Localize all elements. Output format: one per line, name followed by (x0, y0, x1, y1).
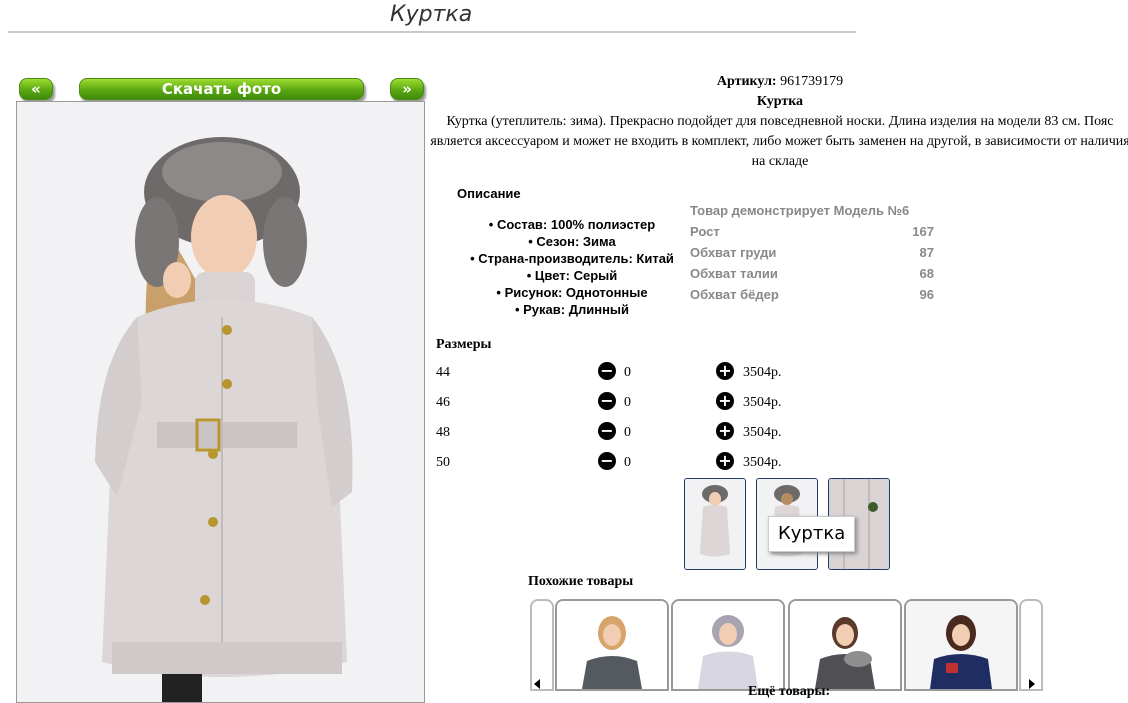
plus-icon[interactable]: + (716, 452, 734, 470)
minus-icon[interactable]: − (598, 392, 616, 410)
thumbnail-tooltip: Куртка (768, 516, 856, 552)
similar-product-card[interactable] (555, 599, 669, 691)
article-label: Артикул: (716, 74, 777, 89)
prev-photo-button[interactable]: « (19, 78, 53, 100)
plus-icon[interactable]: + (716, 362, 734, 380)
carousel-prev-button[interactable] (530, 599, 554, 691)
attribute-item: • Состав: 100% полиэстер (488, 217, 656, 232)
model-heading: Товар демонстрирует Модель №6 (690, 203, 910, 218)
product-info: Артикул: 961739179 Куртка Куртка (утепли… (430, 72, 1128, 172)
similar-product-card[interactable] (671, 599, 785, 691)
size-price: 3504р. (743, 365, 782, 380)
attribute-item: • Рисунок: Однотонные (496, 285, 648, 300)
download-photo-button[interactable]: Скачать фото (79, 78, 364, 100)
similar-product-card[interactable] (788, 599, 902, 691)
size-label: 48 (436, 425, 450, 440)
size-price: 3504р. (743, 425, 782, 440)
size-quantity: 0 (624, 455, 631, 470)
model-row: Рост 167 (690, 224, 934, 239)
size-price: 3504р. (743, 395, 782, 410)
size-label: 44 (436, 365, 450, 380)
attribute-item: • Цвет: Серый (526, 268, 618, 283)
model-measurements: Товар демонстрирует Модель №6 Рост 167 Об… (690, 200, 934, 305)
model-row: Обхват бёдер 96 (690, 287, 934, 302)
photo-thumbnail[interactable] (684, 478, 746, 570)
product-name: Куртка (756, 94, 804, 109)
size-price: 3504р. (743, 455, 782, 470)
next-photo-button[interactable]: » (390, 78, 424, 100)
minus-icon[interactable]: − (598, 422, 616, 440)
minus-icon[interactable]: − (598, 362, 616, 380)
plus-icon[interactable]: + (716, 392, 734, 410)
attribute-list: • Состав: 100% полиэстер • Сезон: Зима •… (436, 216, 708, 318)
attribute-item: • Страна-производитель: Китай (470, 251, 674, 266)
prev-arrow-icon (534, 679, 540, 689)
size-row: 46 − 0 + 3504р. (436, 392, 796, 425)
article-value: 961739179 (780, 74, 844, 89)
attribute-item: • Сезон: Зима (528, 234, 616, 249)
main-product-photo[interactable] (16, 101, 425, 703)
carousel-next-button[interactable] (1019, 599, 1043, 691)
size-row: 44 − 0 + 3504р. (436, 362, 796, 395)
size-label: 50 (436, 455, 450, 470)
product-description: Куртка (утеплитель: зима). Прекрасно под… (430, 114, 1128, 169)
size-row: 48 − 0 + 3504р. (436, 422, 796, 455)
model-row: Обхват груди 87 (690, 245, 934, 260)
model-row: Обхват талии 68 (690, 266, 934, 281)
model-in-coat-image (17, 102, 424, 702)
title-divider (8, 31, 856, 33)
article-line: Артикул: 961739179 (430, 72, 1128, 92)
plus-icon[interactable]: + (716, 422, 734, 440)
minus-icon[interactable]: − (598, 452, 616, 470)
next-arrow-icon (1029, 679, 1035, 689)
similar-products-heading: Похожие товары (528, 574, 634, 589)
size-label: 46 (436, 395, 450, 410)
size-quantity: 0 (624, 395, 631, 410)
size-quantity: 0 (624, 365, 631, 380)
description-heading: Описание (457, 186, 521, 201)
page-title: Куртка (390, 2, 473, 27)
sizes-heading: Размеры (436, 337, 492, 352)
size-quantity: 0 (624, 425, 631, 440)
attribute-item: • Рукав: Длинный (514, 302, 630, 317)
similar-product-card[interactable] (904, 599, 1018, 691)
